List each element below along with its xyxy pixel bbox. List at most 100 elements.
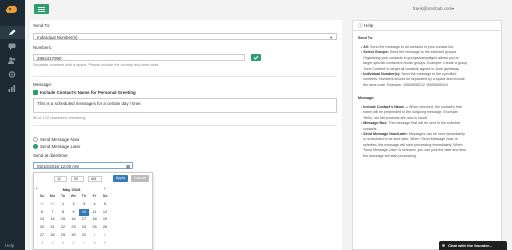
month-label: May 2018	[62, 187, 81, 192]
calendar-day[interactable]: 13	[37, 216, 47, 223]
help-line: contacts.	[363, 127, 377, 131]
help-text: The message that will be sent to the sel…	[387, 121, 461, 126]
numbers-help: Separate numbers with a space. Please in…	[33, 63, 160, 67]
calendar-day[interactable]: 9	[100, 240, 110, 247]
weekday-header: Th	[81, 194, 87, 198]
calendar-day[interactable]: 18	[90, 216, 100, 223]
calendar-day[interactable]: 4	[48, 240, 58, 247]
calendar-day[interactable]: 8	[58, 209, 68, 216]
help-line: • Select Groups: Send the message to the…	[361, 50, 457, 54]
help-term: Send Message Now/Later:	[363, 132, 408, 136]
calendar-day[interactable]: 17	[79, 216, 89, 223]
calendar-day[interactable]: 5	[58, 240, 68, 247]
calendar-day[interactable]: 28	[48, 232, 58, 239]
weekday-header: Fr	[92, 194, 97, 198]
calendar-day[interactable]: 20	[37, 224, 47, 231]
calendar-day[interactable]: 3	[79, 201, 89, 208]
help-text: Messages can be sent immediately	[407, 132, 465, 136]
help-line: • All: Send the message to all contacts …	[361, 45, 454, 49]
help-circle-icon: ⓘ	[358, 23, 363, 28]
include-name-checkbox[interactable]	[33, 90, 38, 95]
sidebar-item-compose[interactable]	[0, 26, 25, 39]
calendar-day[interactable]: 6	[37, 209, 47, 216]
help-line: • Send Message Now/Later: Messages can b…	[361, 132, 465, 136]
menu-toggle-button[interactable]	[34, 4, 49, 14]
calendar-day[interactable]: 21	[48, 224, 58, 231]
calendar-day[interactable]: 30	[69, 232, 79, 239]
calendar-day[interactable]: 12	[100, 209, 110, 216]
confirm-numbers-button[interactable]	[251, 54, 261, 61]
ampm-select[interactable]: AM	[88, 176, 102, 182]
calendar-day[interactable]: 7	[79, 240, 89, 247]
help-line: • Individual Number(s): Send the message…	[361, 72, 456, 76]
sidebar-item-contacts[interactable]	[0, 54, 25, 67]
hour-select[interactable]: 12	[54, 176, 67, 182]
calendar-day[interactable]: 27	[37, 232, 47, 239]
send-later-radio[interactable]	[33, 144, 38, 149]
calendar-day[interactable]: 31	[79, 232, 89, 239]
calendar-day[interactable]: 1	[58, 201, 68, 208]
calendar-day[interactable]: 22	[58, 224, 68, 231]
help-panel: ⓘ Help Send To: • All: Send the message …	[352, 20, 502, 250]
help-text: name will be prepended to the outgoing m…	[363, 110, 459, 115]
hamburger-icon	[38, 7, 45, 8]
calendar-day[interactable]: 29	[58, 232, 68, 239]
calendar-day[interactable]: 19	[100, 216, 110, 223]
send-to-select[interactable]: Individual Number(s) ▾	[33, 33, 337, 40]
send-now-radio[interactable]	[33, 137, 38, 142]
help-text: Send the message to the selected groups.	[388, 50, 458, 55]
user-menu[interactable]: frank@smshub.com	[413, 6, 452, 11]
char-count: 80 of 134 characters remaining.	[33, 116, 87, 120]
help-term: Select Groups:	[363, 50, 389, 55]
cancel-button[interactable]: Cancel	[131, 175, 149, 182]
calendar-day[interactable]: 16	[69, 216, 79, 223]
sidebar-item-messages[interactable]	[0, 40, 25, 53]
help-line: selected, the message will start process…	[363, 143, 463, 147]
calendar-day[interactable]: 1	[90, 232, 100, 239]
calendar-day[interactable]: 6	[69, 240, 79, 247]
help-line: target specific contacts in those groups…	[363, 61, 467, 65]
help-term: Individual Number(s):	[363, 72, 401, 76]
weekday-header: We	[70, 194, 77, 198]
calendar-day[interactable]: 30	[48, 201, 58, 208]
calendar-day[interactable]: 15	[58, 216, 68, 223]
chat-with-founder-button[interactable]: Chat with the founder...	[439, 241, 507, 250]
send-later-label: Send Message Later	[40, 144, 81, 149]
help-line: • Message Box: The message that will be …	[361, 121, 460, 125]
calendar-day[interactable]: 29	[37, 201, 47, 208]
next-month-icon[interactable]: ›	[104, 186, 106, 192]
help-text: the area code. Example: 15555555212 1555…	[363, 82, 448, 87]
help-text: Send the message to all contacts in your…	[369, 45, 454, 49]
weekday-header: Mo	[49, 194, 56, 198]
help-text: 'Send Message Later' is selected, you ca…	[363, 148, 467, 153]
calendar-day[interactable]: 25	[90, 224, 100, 231]
minute-select[interactable]: 00	[71, 176, 84, 182]
calendar-day[interactable]: 9	[69, 209, 79, 216]
calendar-day[interactable]: 23	[69, 224, 79, 231]
sidebar-item-reports[interactable]	[0, 82, 25, 95]
calendar-day[interactable]: 2	[69, 201, 79, 208]
users-icon	[8, 57, 16, 64]
numbers-input[interactable]: 2892417990	[33, 54, 245, 61]
calendar-day[interactable]: 14	[48, 216, 58, 223]
sidebar-item-settings[interactable]	[0, 68, 25, 81]
sidebar: Help	[0, 0, 25, 250]
calendar-day[interactable]: 2	[100, 232, 110, 239]
chat-avatar-icon	[442, 244, 445, 247]
calendar-day[interactable]: 10	[79, 208, 89, 216]
calendar-day[interactable]: 8	[90, 240, 100, 247]
calendar-day[interactable]: 26	[100, 224, 110, 231]
calendar-day[interactable]: 5	[100, 201, 110, 208]
calendar-day[interactable]: 24	[79, 224, 89, 231]
sidebar-help-link[interactable]: Help	[5, 243, 14, 248]
help-text: 'June Contest' to target all contacts si…	[363, 66, 460, 71]
message-label: Message:	[33, 82, 53, 87]
logo-icon[interactable]	[4, 3, 19, 15]
calendar-day[interactable]: 4	[90, 201, 100, 208]
calendar-day[interactable]: 3	[37, 240, 47, 247]
message-textarea[interactable]: This is a scheduled messages for a certa…	[33, 98, 337, 113]
calendar-day[interactable]: 11	[90, 209, 100, 216]
datetime-input[interactable]: 05/10/2018 12:00 AM ▦	[33, 162, 133, 169]
calendar-day[interactable]: 7	[48, 209, 58, 216]
apply-button[interactable]: Apply	[113, 175, 128, 182]
